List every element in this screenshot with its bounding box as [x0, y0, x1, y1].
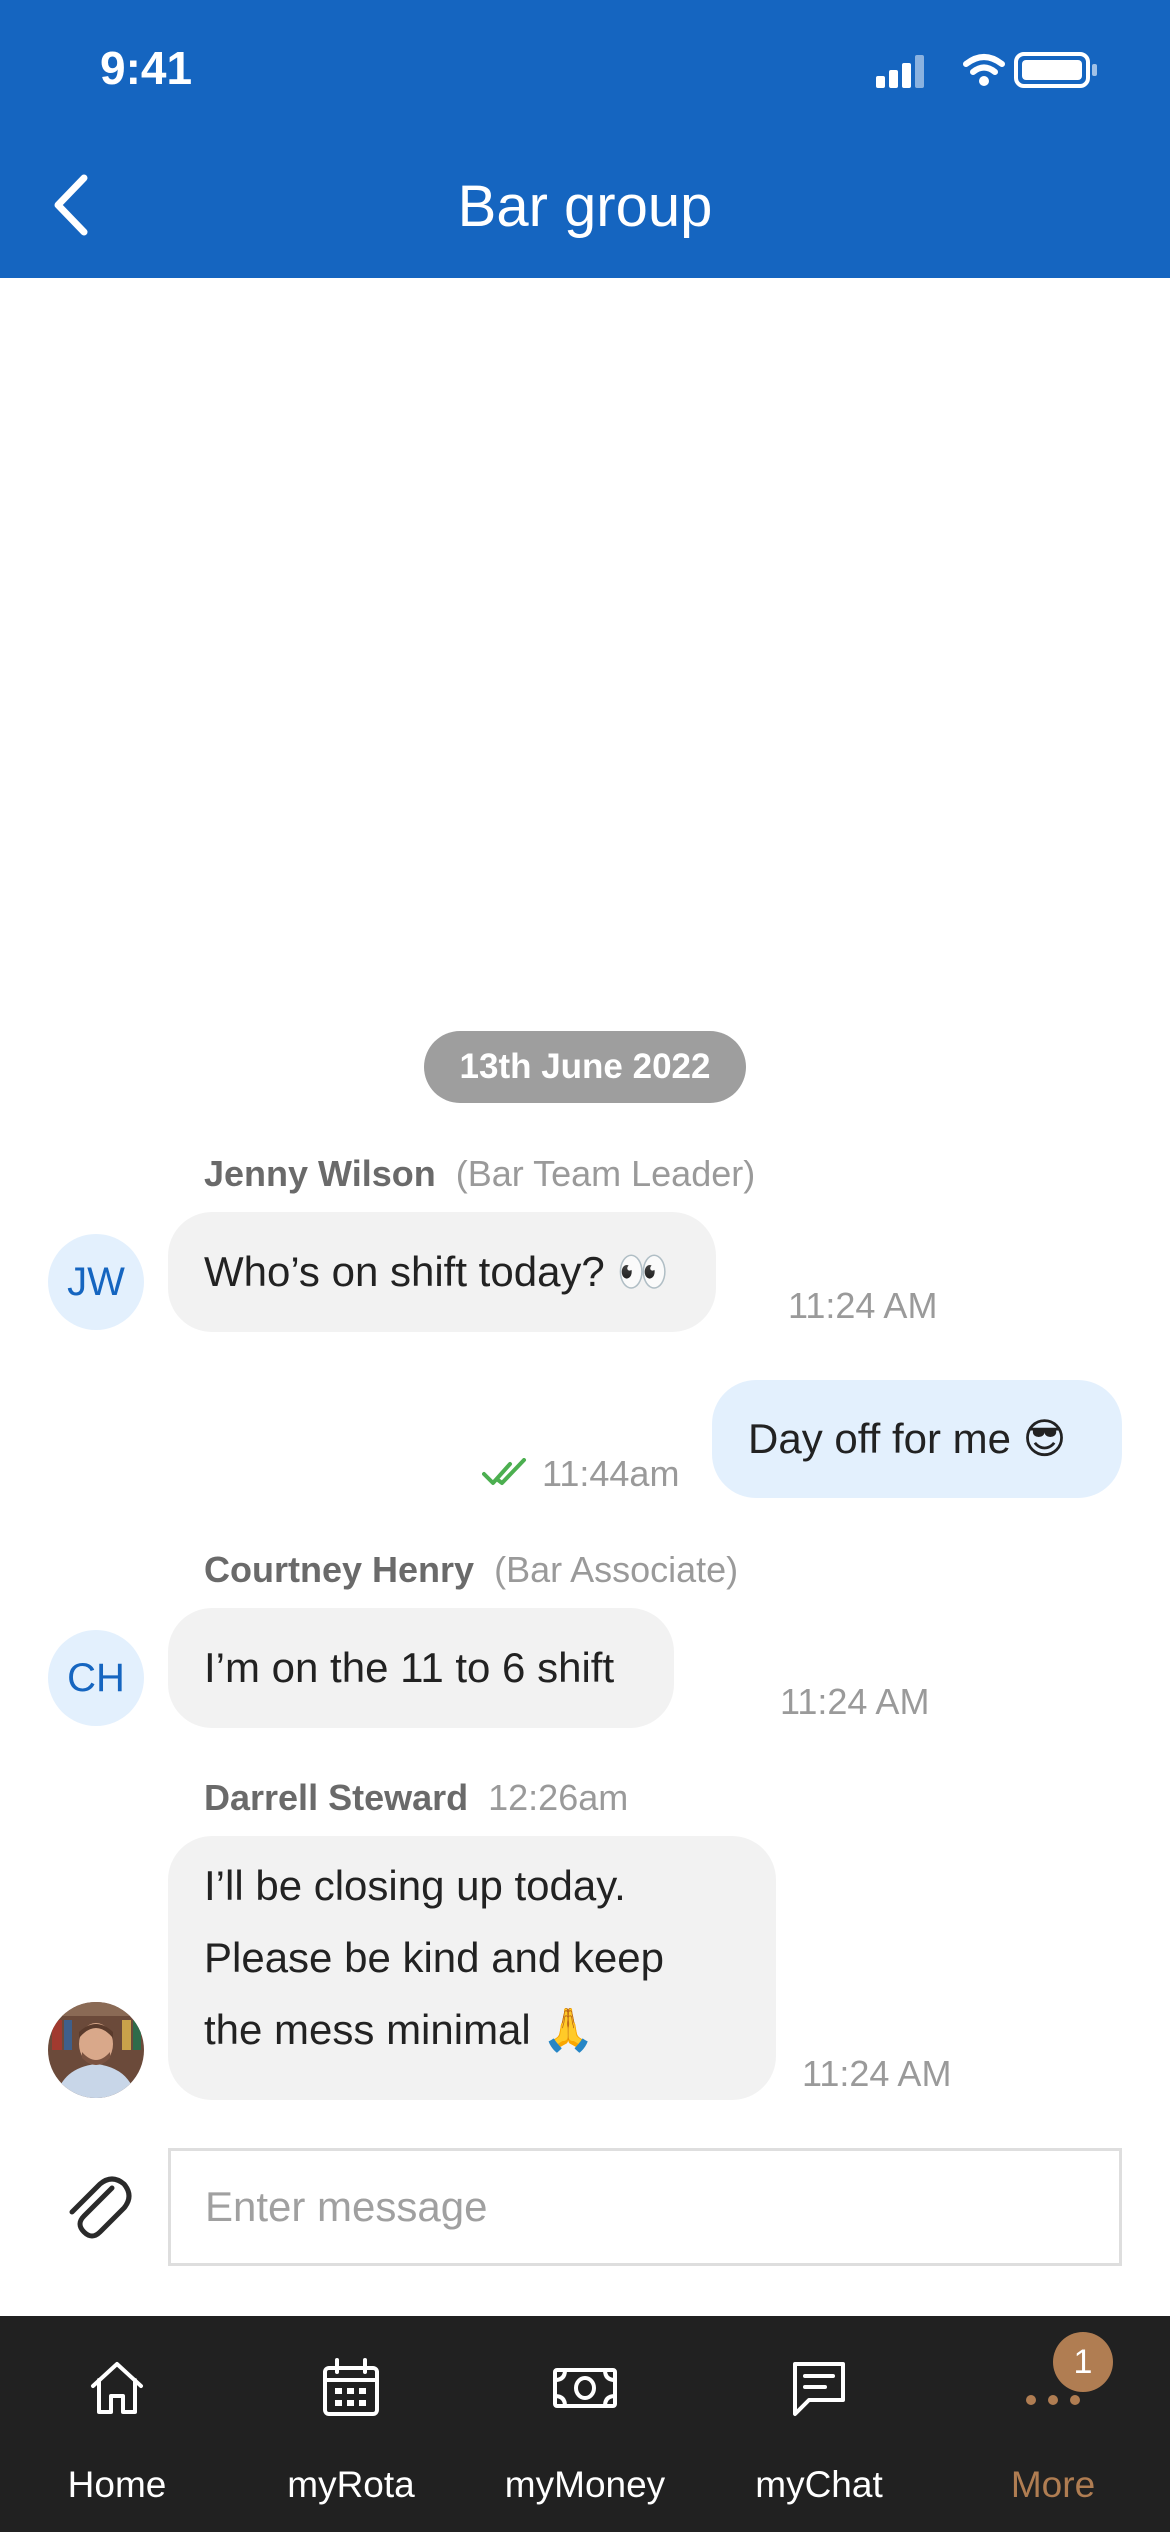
message-sender-line: Jenny Wilson (Bar Team Leader)	[204, 1152, 755, 1196]
message-bubble[interactable]: I’ll be closing up today. Please be kind…	[168, 1836, 776, 2100]
sender-name: Darrell Steward	[204, 1777, 469, 1818]
home-icon	[91, 2362, 143, 2414]
message-time: 11:24 AM	[788, 1285, 938, 1326]
tab-mymoney[interactable]: myMoney	[468, 2316, 702, 2532]
message-time: 11:24 AM	[802, 2053, 952, 2094]
sender-role: (Bar Associate)	[494, 1549, 739, 1590]
message-line: the mess minimal 🙏	[204, 2006, 595, 2053]
tab-label: myChat	[755, 2464, 883, 2505]
attach-button[interactable]	[62, 2170, 132, 2242]
page-title: Bar group	[457, 174, 713, 239]
tab-mychat[interactable]: myChat	[702, 2316, 936, 2532]
message-sender-line: Darrell Steward 12:26am	[204, 1776, 628, 1820]
money-icon	[553, 2368, 617, 2408]
calendar-icon	[323, 2358, 379, 2416]
sender-name: Jenny Wilson	[204, 1153, 436, 1194]
tab-home[interactable]: Home	[0, 2316, 234, 2532]
message-time: 11:24 AM	[780, 1681, 930, 1722]
date-separator: 13th June 2022	[424, 1031, 746, 1103]
message-line: Please be kind and keep	[204, 1934, 665, 1981]
avatar[interactable]	[48, 2002, 144, 2098]
tab-myrota[interactable]: myRota	[234, 2316, 468, 2532]
outgoing-message-bubble[interactable]: Day off for me 😎	[712, 1380, 1122, 1498]
tab-label: myMoney	[504, 2464, 666, 2505]
message-input[interactable]	[168, 2148, 1122, 2266]
avatar[interactable]: CH	[48, 1630, 144, 1726]
signal-wifi-battery-icon	[876, 52, 1097, 88]
paperclip-icon	[69, 2176, 132, 2239]
status-icons	[876, 50, 1126, 90]
message-line: I’ll be closing up today.	[204, 1862, 626, 1909]
app-header: 9:41 Bar group	[0, 0, 1170, 278]
sender-name: Courtney Henry	[204, 1549, 475, 1590]
tab-label: More	[1010, 2464, 1096, 2505]
message-sender-line: Courtney Henry (Bar Associate)	[204, 1548, 738, 1592]
message-bubble[interactable]: Who’s on shift today? 👀	[168, 1212, 716, 1332]
status-time: 9:41	[100, 42, 193, 94]
tab-label: myRota	[287, 2464, 415, 2505]
double-check-icon	[482, 1458, 526, 1485]
chat-icon	[793, 2362, 845, 2416]
tab-label: Home	[67, 2464, 167, 2505]
sender-sent-time: 12:26am	[488, 1777, 629, 1818]
sender-role: (Bar Team Leader)	[455, 1153, 756, 1194]
message-time: 11:44am	[542, 1453, 680, 1494]
avatar-photo-icon	[48, 2002, 144, 2098]
avatar[interactable]: JW	[48, 1234, 144, 1330]
notification-badge: 1	[1053, 2332, 1113, 2392]
message-bubble[interactable]: I’m on the 11 to 6 shift	[168, 1608, 674, 1728]
tab-more[interactable]: More	[936, 2316, 1170, 2532]
